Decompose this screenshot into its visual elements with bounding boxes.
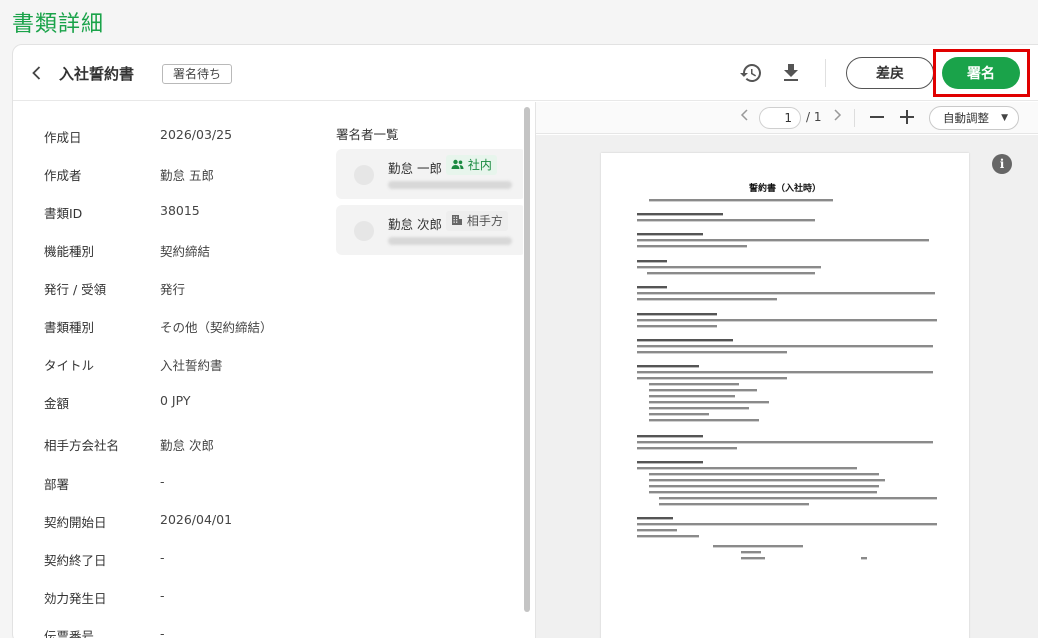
signer-tag-label: 社内 — [467, 158, 492, 172]
detail-label: 効力発生日 — [44, 591, 107, 606]
zoom-in-button[interactable] — [899, 105, 915, 134]
download-icon — [784, 64, 798, 81]
detail-label: 金額 — [44, 396, 70, 411]
chevron-right-icon — [834, 109, 842, 121]
detail-label: タイトル — [44, 358, 95, 373]
chevron-left-icon — [32, 66, 41, 80]
detail-value: - — [160, 474, 165, 489]
page-number-input[interactable]: 1 — [759, 107, 801, 129]
document-card: 入社誓約書 署名待ち 差戻 署名 作成日 2026/03/25 作成者 勤怠 五… — [12, 44, 1038, 638]
detail-label: 相手方会社名 — [44, 438, 120, 453]
signer-tag-external: 相手方 — [446, 211, 508, 231]
zoom-select-label: 自動調整 — [943, 111, 989, 125]
detail-value: 入社誓約書 — [160, 358, 223, 373]
avatar — [354, 221, 374, 241]
info-icon[interactable]: i — [992, 154, 1012, 174]
detail-value: 0 JPY — [160, 393, 191, 408]
document-title: 入社誓約書 — [59, 65, 135, 83]
detail-label: 部署 — [44, 477, 70, 492]
header-divider — [825, 59, 826, 87]
chevron-left-icon — [740, 109, 748, 121]
detail-value: 38015 — [160, 203, 200, 218]
signer-email-redacted — [388, 181, 512, 189]
signer-card[interactable]: 勤怠 次郎 相手方 — [336, 205, 523, 255]
next-page-button[interactable] — [831, 108, 843, 126]
signer-name: 勤怠 次郎 — [388, 217, 442, 232]
details-pane: 作成日 2026/03/25 作成者 勤怠 五郎 書類ID 38015 機能種別… — [13, 102, 523, 638]
signers-title: 署名者一覧 — [336, 127, 399, 142]
pdf-viewer: 誓約書（入社時） i — [536, 135, 1038, 638]
prev-page-button[interactable] — [739, 108, 751, 126]
toolbar-divider — [854, 109, 855, 127]
detail-value: 勤怠 次郎 — [160, 438, 214, 453]
avatar — [354, 165, 374, 185]
zoom-select[interactable]: 自動調整 ▼ — [929, 106, 1019, 130]
return-button[interactable]: 差戻 — [846, 57, 934, 89]
history-icon — [740, 64, 761, 82]
signer-name: 勤怠 一郎 — [388, 161, 442, 176]
pdf-page: 誓約書（入社時） — [601, 153, 969, 638]
signer-tag-label: 相手方 — [466, 214, 503, 228]
status-badge: 署名待ち — [162, 64, 233, 84]
detail-value: 2026/03/25 — [160, 127, 233, 142]
signer-email-redacted — [388, 237, 512, 245]
detail-value: 2026/04/01 — [160, 512, 233, 527]
viewer-toolbar: 1 / 1 自動調整 ▼ — [536, 102, 1038, 134]
details-scrollbar[interactable] — [524, 107, 530, 612]
detail-label: 書類種別 — [44, 320, 95, 335]
zoom-out-button[interactable] — [869, 105, 885, 134]
plus-icon — [900, 110, 914, 124]
building-icon — [452, 215, 462, 225]
page-total: / 1 — [806, 110, 822, 124]
history-button[interactable] — [739, 61, 763, 85]
detail-label: 伝票番号 — [44, 629, 95, 638]
detail-label: 契約終了日 — [44, 553, 107, 568]
users-icon — [451, 159, 464, 169]
detail-value: - — [160, 626, 165, 638]
detail-label: 発行 / 受領 — [44, 282, 107, 297]
minus-icon — [870, 116, 884, 118]
detail-label: 作成日 — [44, 130, 82, 145]
back-button[interactable] — [27, 63, 47, 83]
signer-card[interactable]: 勤怠 一郎 社内 — [336, 149, 523, 199]
detail-label: 契約開始日 — [44, 515, 107, 530]
detail-value: - — [160, 550, 165, 565]
detail-value: 勤怠 五郎 — [160, 168, 214, 183]
page-title: 書類詳細 — [12, 12, 105, 37]
signer-tag-internal: 社内 — [446, 155, 497, 175]
detail-value: その他（契約締結） — [160, 320, 273, 335]
document-header: 入社誓約書 署名待ち 差戻 署名 — [13, 45, 1038, 101]
detail-label: 機能種別 — [44, 244, 95, 259]
detail-value: 契約締結 — [160, 244, 211, 259]
pdf-body-text — [637, 199, 937, 560]
detail-value: - — [160, 588, 165, 603]
download-button[interactable] — [779, 61, 803, 85]
detail-label: 書類ID — [44, 206, 83, 221]
caret-down-icon: ▼ — [1001, 113, 1008, 123]
detail-label: 作成者 — [44, 168, 82, 183]
detail-value: 発行 — [160, 282, 186, 297]
sign-button[interactable]: 署名 — [942, 57, 1020, 89]
